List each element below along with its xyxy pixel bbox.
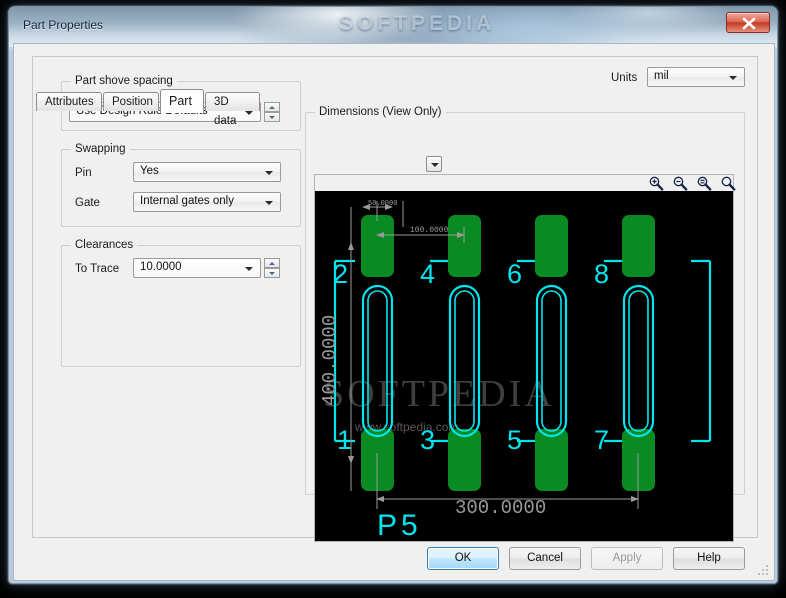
pad-5	[535, 429, 568, 491]
title-bar: SOFTPEDIA Part Properties	[9, 7, 777, 47]
gate-swap-value: Internal gates only	[140, 195, 234, 207]
pin-label-5: 5	[507, 425, 522, 455]
dim-pad-text: 50.0000	[368, 200, 397, 208]
to-trace-spinner[interactable]	[264, 258, 280, 279]
pad-6	[535, 215, 568, 277]
gate-label: Gate	[75, 197, 100, 209]
pin-label-8: 8	[594, 259, 609, 289]
tab-attributes[interactable]: Attributes	[36, 92, 102, 111]
dialog-client-area: Attributes Position Part 3D data Units m…	[13, 43, 775, 581]
close-icon	[742, 17, 756, 30]
chevron-down-icon	[265, 201, 273, 205]
cad-canvas[interactable]: SOFTPEDIA www.softpedia.com 2 4 6 8 1 3 …	[315, 191, 733, 541]
pin-label: Pin	[75, 167, 92, 179]
close-button[interactable]	[726, 12, 770, 33]
spinner-up-button[interactable]	[264, 102, 280, 112]
dim-height-text: 400.0000	[319, 315, 341, 406]
chevron-down-icon	[245, 111, 253, 115]
pin-label-4: 4	[420, 259, 435, 289]
gate-swap-combo[interactable]: Internal gates only	[133, 192, 281, 212]
chevron-down-icon	[265, 171, 273, 175]
window-title: Part Properties	[23, 18, 104, 32]
pin-label-1: 1	[337, 425, 352, 455]
chevron-down-icon	[245, 267, 253, 271]
part-shove-spacing-label: Part shove spacing	[71, 75, 177, 87]
pin-swap-value: Yes	[140, 165, 159, 177]
pin-label-6: 6	[507, 259, 522, 289]
tab-part[interactable]: Part	[160, 89, 204, 113]
spinner-down-button[interactable]	[264, 112, 280, 122]
dim-width-text: 300.0000	[455, 497, 546, 519]
zoom-in-icon[interactable]	[648, 176, 664, 191]
to-trace-combo[interactable]: 10.0000	[133, 258, 261, 278]
clearances-label: Clearances	[71, 239, 138, 251]
pad-4	[448, 215, 481, 277]
pin-swap-combo[interactable]: Yes	[133, 162, 281, 182]
to-trace-label: To Trace	[75, 263, 120, 275]
canvas-watermark: SOFTPEDIA	[323, 373, 555, 415]
part-reference-label: P5	[377, 509, 422, 541]
cad-drawing: SOFTPEDIA www.softpedia.com 2 4 6 8 1 3 …	[319, 200, 712, 541]
tab-3d-data[interactable]: 3D data	[205, 92, 260, 127]
softpedia-watermark: SOFTPEDIA	[339, 12, 496, 35]
units-value: mil	[654, 70, 669, 82]
zoom-fit-icon[interactable]	[696, 176, 712, 191]
help-button[interactable]: Help	[673, 547, 745, 570]
units-label: Units	[611, 72, 638, 84]
dimensions-label: Dimensions (View Only)	[315, 106, 446, 118]
zoom-out-icon[interactable]	[672, 176, 688, 191]
zoom-normal-icon[interactable]	[720, 176, 736, 191]
part-shove-spacing-spinner[interactable]	[264, 102, 280, 123]
part-properties-window: SOFTPEDIA Part Properties Attributes Pos…	[8, 6, 778, 584]
dim-pitch-text: 100.0000	[410, 226, 449, 235]
pin-label-7: 7	[594, 425, 609, 455]
units-combo[interactable]: mil	[647, 67, 745, 87]
resize-grip[interactable]	[758, 565, 770, 577]
ok-button[interactable]: OK	[427, 547, 499, 570]
dimensions-preview: SOFTPEDIA www.softpedia.com 2 4 6 8 1 3 …	[314, 174, 736, 542]
dimension-lines	[348, 201, 639, 509]
dimension-texts: 50.0000 100.0000 400.0000 300.0000	[319, 200, 546, 519]
apply-button: Apply	[591, 547, 663, 570]
to-trace-value: 10.0000	[140, 261, 182, 273]
chevron-down-icon	[729, 76, 737, 80]
pad-3	[448, 429, 481, 491]
pin-label-3: 3	[420, 425, 435, 455]
spinner-down-button[interactable]	[264, 268, 280, 278]
cancel-button[interactable]: Cancel	[509, 547, 581, 570]
dimensions-dropdown-button[interactable]	[426, 156, 442, 172]
chevron-down-icon	[431, 163, 439, 167]
tab-position[interactable]: Position	[103, 92, 159, 111]
swapping-label: Swapping	[71, 143, 130, 155]
spinner-up-button[interactable]	[264, 258, 280, 268]
canvas-toolbar	[315, 175, 736, 191]
pin-label-2: 2	[333, 259, 348, 289]
swapping-group: Swapping	[61, 143, 301, 227]
pad-2	[361, 215, 394, 277]
pad-8	[622, 215, 655, 277]
